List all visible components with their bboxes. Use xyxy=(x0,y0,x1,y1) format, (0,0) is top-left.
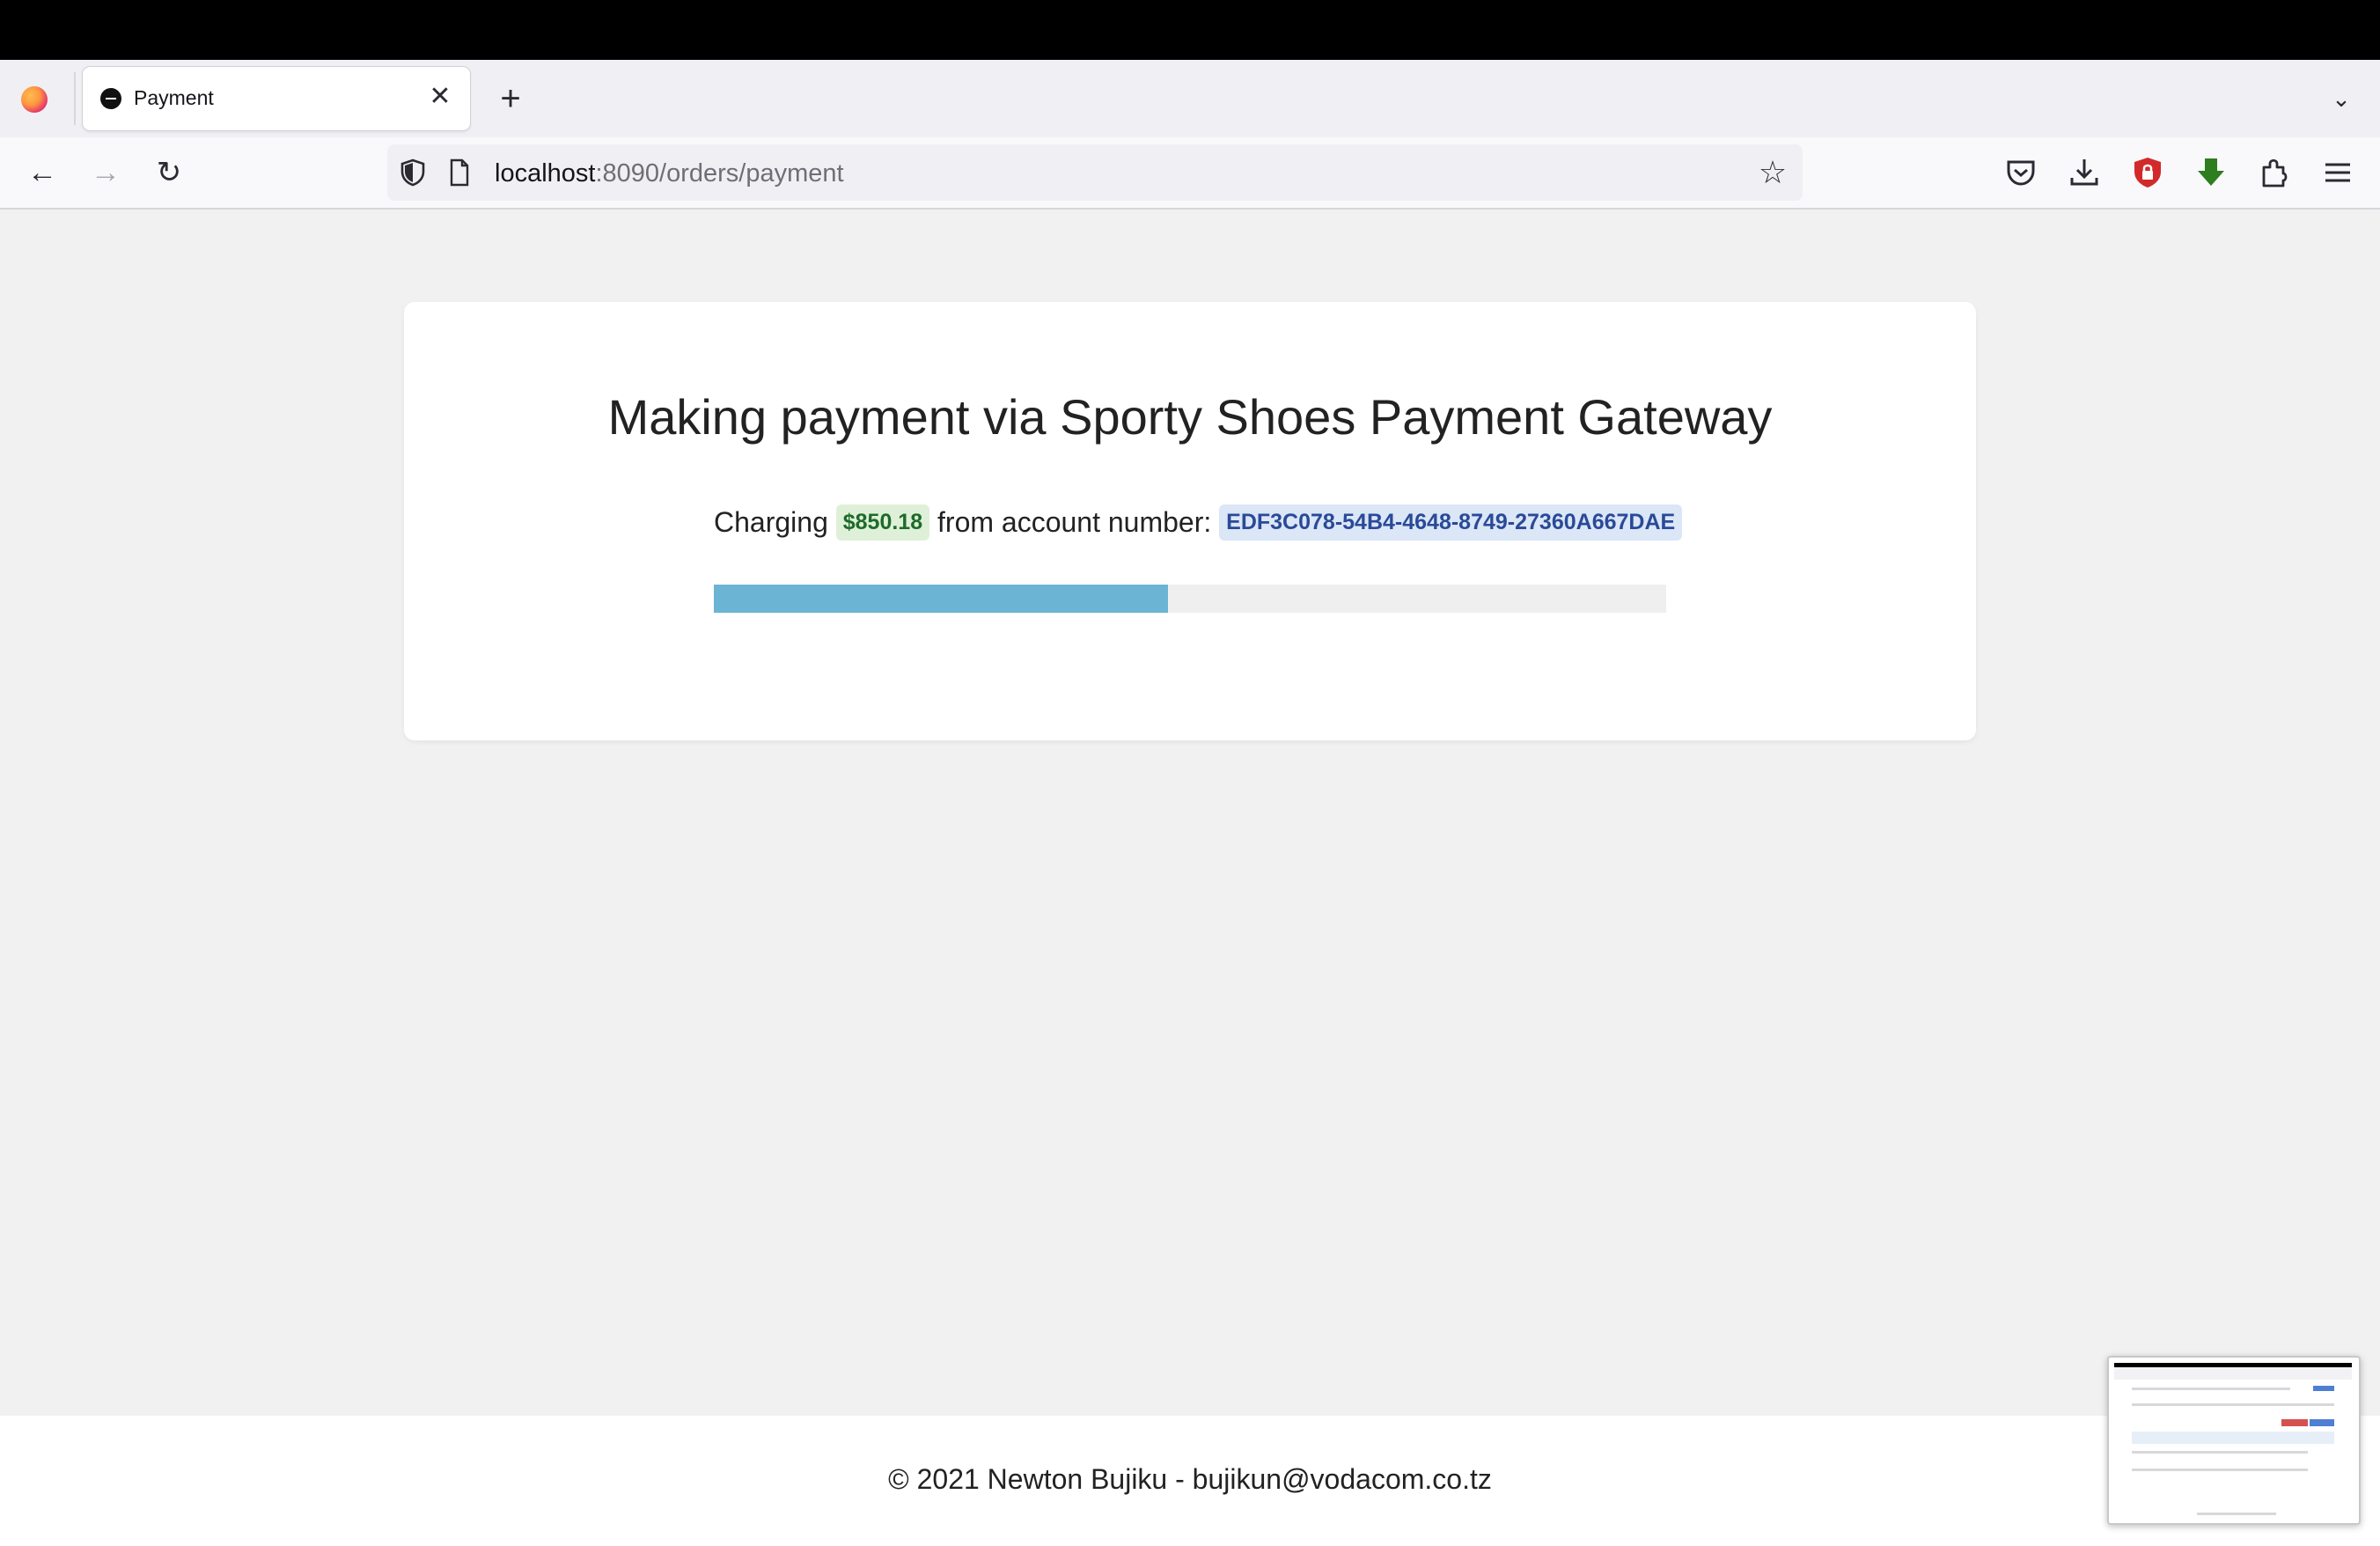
ublock-shield-icon[interactable] xyxy=(2130,155,2165,190)
account-number-badge: EDF3C078-54B4-4648-8749-27360A667DAE xyxy=(1219,504,1683,541)
green-download-extension-icon[interactable] xyxy=(2193,155,2229,190)
url-host: localhost xyxy=(495,159,596,188)
thumbnail-line xyxy=(2132,1469,2308,1471)
pocket-icon[interactable] xyxy=(2003,155,2038,190)
thumbnail-line xyxy=(2132,1388,2290,1390)
tab-title: Payment xyxy=(134,86,214,109)
tracking-protection-shield-icon[interactable] xyxy=(400,158,426,187)
screen-top-bar xyxy=(0,0,2380,60)
reload-button[interactable]: ↻ xyxy=(146,150,192,195)
url-path: :8090/orders/payment xyxy=(595,159,844,188)
new-tab-button[interactable]: + xyxy=(491,79,530,118)
thumbnail-footer-line xyxy=(2197,1513,2276,1515)
amount-badge: $850.18 xyxy=(835,504,930,541)
address-bar[interactable]: localhost:8090/orders/payment ☆ xyxy=(387,144,1803,201)
bookmark-star-icon[interactable]: ☆ xyxy=(1755,155,1790,190)
charge-line: Charging $850.18 from account number: ED… xyxy=(714,504,1683,541)
thumbnail-button xyxy=(2310,1419,2334,1426)
page-title: Making payment via Sporty Shoes Payment … xyxy=(607,389,1773,445)
tab-favicon-icon xyxy=(100,88,121,109)
progress-fill xyxy=(714,585,1169,613)
charge-prefix: Charging xyxy=(714,506,828,538)
list-all-tabs-chevron-icon[interactable]: ⌄ xyxy=(2322,79,2361,118)
tab-strip: Payment ✕ + ⌄ xyxy=(0,60,2380,137)
thumbnail-button xyxy=(2313,1386,2334,1391)
back-button[interactable]: ← xyxy=(19,150,65,195)
menu-icon[interactable] xyxy=(2320,155,2355,190)
tab-payment[interactable]: Payment ✕ xyxy=(83,67,470,130)
close-tab-icon[interactable]: ✕ xyxy=(424,81,456,113)
footer-copyright: © 2021 Newton Bujiku - bujikun@vodacom.c… xyxy=(888,1463,1492,1495)
firefox-logo-icon[interactable] xyxy=(21,86,48,113)
footer: © 2021 Newton Bujiku - bujikun@vodacom.c… xyxy=(0,1416,2380,1546)
downloads-icon[interactable] xyxy=(2067,155,2102,190)
url-text[interactable]: localhost:8090/orders/payment xyxy=(495,159,844,188)
payment-progress-bar xyxy=(714,585,1666,613)
thumbnail-total-row xyxy=(2132,1432,2334,1444)
navigation-toolbar: ← → ↻ localhost:8090/orders/payment ☆ xyxy=(0,137,2380,210)
screenshot-thumbnail-preview[interactable] xyxy=(2107,1356,2361,1525)
payment-card: Making payment via Sporty Shoes Payment … xyxy=(404,302,1976,740)
charge-middle-text: from account number: xyxy=(937,506,1212,538)
thumbnail-line xyxy=(2132,1403,2334,1406)
thumbnail-button xyxy=(2281,1419,2308,1426)
page-info-icon[interactable] xyxy=(449,158,470,187)
thumbnail-line xyxy=(2132,1451,2308,1454)
tab-strip-divider xyxy=(74,72,76,125)
extensions-icon[interactable] xyxy=(2257,155,2292,190)
forward-button[interactable]: → xyxy=(83,150,129,195)
thumbnail-toolbar xyxy=(2114,1367,2352,1380)
